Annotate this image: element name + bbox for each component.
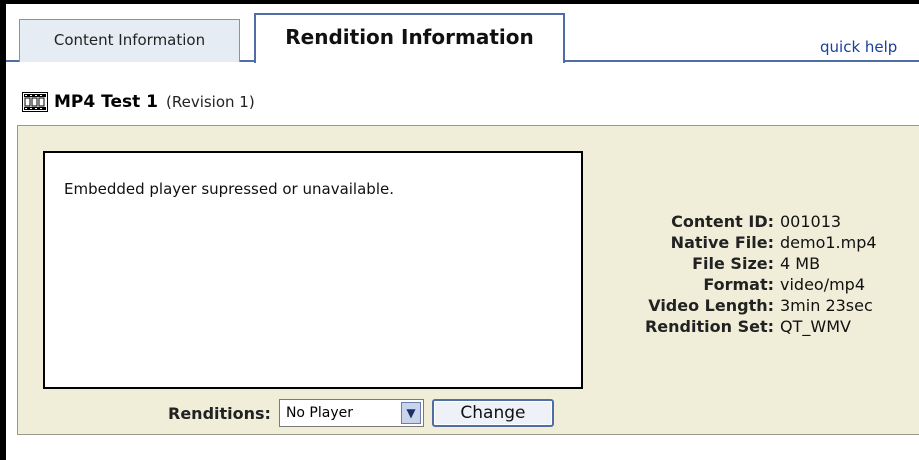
info-value: video/mp4: [780, 275, 866, 294]
info-label: Format:: [703, 275, 774, 294]
info-row-rendition-set: Rendition Set: QT_WMV: [600, 316, 877, 337]
info-row-native-file: Native File: demo1.mp4: [600, 232, 877, 253]
item-title: MP4 Test 1: [54, 92, 158, 112]
change-button[interactable]: Change: [431, 399, 554, 427]
info-value: 4 MB: [780, 254, 821, 273]
info-label: Rendition Set:: [644, 317, 774, 336]
info-label: Native File:: [670, 233, 774, 252]
info-row-format: Format: video/mp4: [600, 274, 877, 295]
info-label: File Size:: [692, 254, 774, 273]
chevron-down-icon[interactable]: ▼: [400, 402, 421, 424]
window-frame-left: [0, 0, 6, 460]
renditions-selected-value: No Player: [285, 405, 353, 421]
film-icon: [22, 92, 48, 112]
quick-help-link[interactable]: quick help: [820, 38, 897, 56]
info-label: Content ID:: [671, 212, 774, 231]
info-value: demo1.mp4: [780, 233, 877, 252]
info-row-content-id: Content ID: 001013: [600, 211, 877, 232]
renditions-select[interactable]: No Player ▼: [278, 399, 424, 427]
info-value: QT_WMV: [780, 317, 851, 336]
tab-content-information[interactable]: Content Information: [19, 19, 240, 62]
item-revision: (Revision 1): [165, 93, 255, 111]
player-message: Embedded player supressed or unavailable…: [64, 180, 394, 198]
renditions-label: Renditions:: [168, 403, 271, 423]
info-value: 001013: [780, 212, 842, 231]
item-title-row: MP4 Test 1 (Revision 1): [22, 90, 255, 114]
renditions-row: Renditions: No Player ▼ Change: [168, 398, 554, 428]
content-info-table: Content ID: 001013 Native File: demo1.mp…: [600, 211, 877, 337]
tab-rendition-information[interactable]: Rendition Information: [254, 13, 565, 63]
info-row-file-size: File Size: 4 MB: [600, 253, 877, 274]
info-value: 3min 23sec: [780, 296, 873, 315]
info-label: Video Length:: [648, 296, 774, 315]
embedded-player: Embedded player supressed or unavailable…: [43, 151, 583, 389]
info-row-video-length: Video Length: 3min 23sec: [600, 295, 877, 316]
